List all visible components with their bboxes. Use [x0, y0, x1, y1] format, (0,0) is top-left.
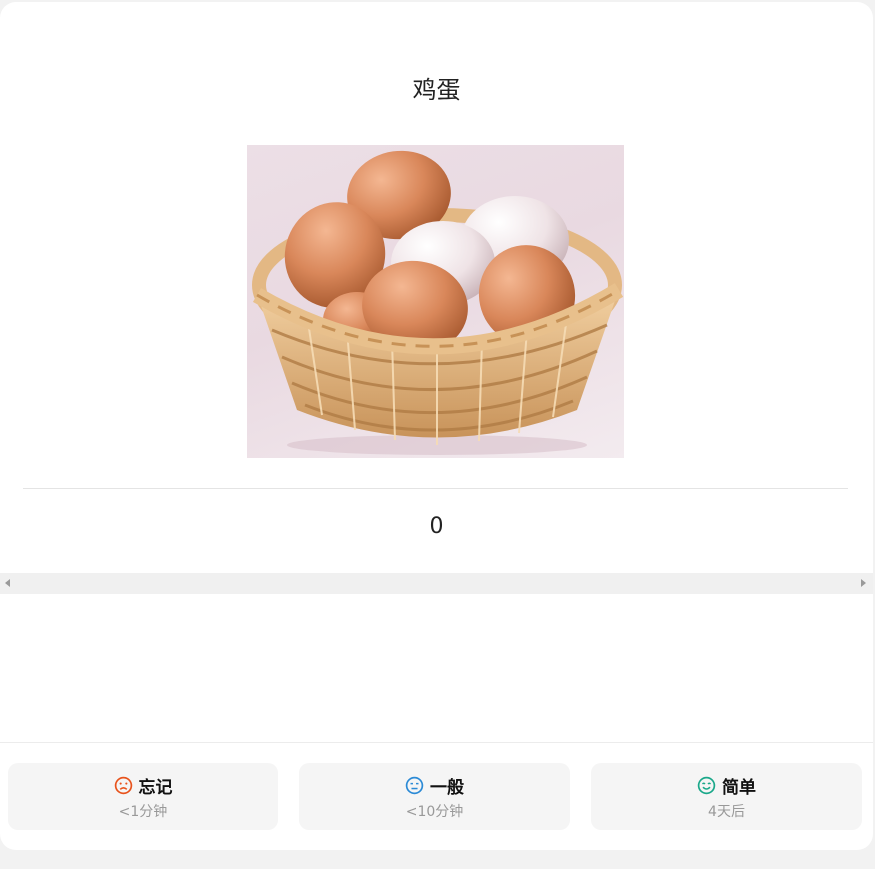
easy-button[interactable]: 简单 4天后: [591, 763, 862, 830]
sad-face-icon: [114, 776, 132, 794]
normal-button-label: 一般: [430, 777, 464, 798]
scroll-left-arrow-icon[interactable]: [5, 579, 10, 587]
card-word: 鸡蛋: [412, 76, 461, 104]
footer-divider: [0, 742, 873, 743]
horizontal-scrollbar[interactable]: [0, 573, 873, 594]
card-answer: 0: [429, 514, 444, 539]
easy-interval: 4天后: [708, 803, 745, 820]
scroll-right-arrow-icon[interactable]: [861, 579, 866, 587]
smile-face-icon: [697, 776, 716, 794]
neutral-face-icon: [405, 776, 424, 794]
easy-button-label: 简单: [722, 777, 756, 798]
forget-interval: <1分钟: [118, 803, 168, 820]
flashcard: 鸡蛋 0 忘记 <1分钟 一般 <10分钟 简单 4天后: [0, 2, 873, 850]
normal-button[interactable]: 一般 <10分钟: [299, 763, 570, 830]
normal-interval: <10分钟: [405, 803, 464, 820]
forget-button[interactable]: 忘记 <1分钟: [8, 763, 278, 830]
forget-button-label: 忘记: [138, 777, 173, 798]
card-divider: [23, 488, 848, 489]
egg-basket-image: [247, 145, 624, 458]
